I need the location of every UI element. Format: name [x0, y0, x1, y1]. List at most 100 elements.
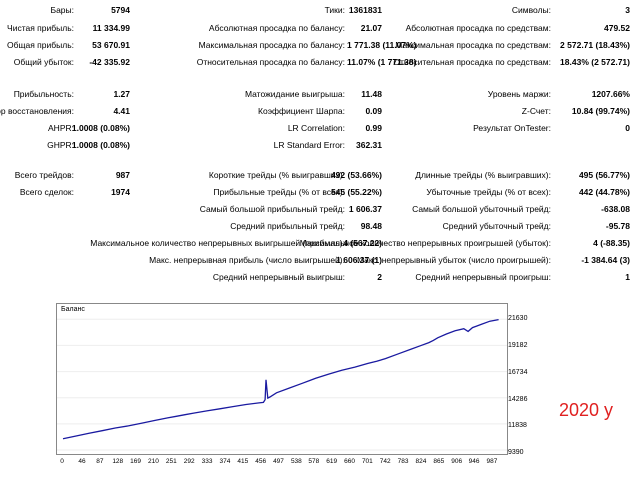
x-tick-label: 824: [415, 458, 427, 465]
value-z-score: 10.84 (99.74%): [571, 106, 630, 116]
label-z-score: Z-Счет:: [521, 106, 551, 116]
label-gross-loss: Общий убыток:: [13, 57, 74, 67]
label-profit-factor: Прибыльность:: [13, 89, 74, 99]
value-symbols: 3: [625, 5, 630, 15]
value-recovery-factor: 4.41: [113, 106, 130, 116]
label-avg-loss: Средний убыточный трейд:: [442, 221, 551, 231]
label-ontester: Результат OnTester:: [473, 123, 551, 133]
label-avg-consec-wins: Средний непрерывный выигрыш:: [212, 272, 345, 282]
label-equity-dd-rel: Относительная просадка по средствам:: [393, 57, 551, 67]
x-tick-label: 251: [165, 458, 177, 465]
x-tick-label: 742: [379, 458, 391, 465]
value-max-consec-loss: -1 384.64 (3): [581, 255, 630, 265]
label-sharpe: Коэффициент Шарпа:: [258, 106, 345, 116]
x-tick-label: 578: [308, 458, 320, 465]
x-tick-label: 0: [60, 458, 64, 465]
value-ontester: 0: [625, 123, 630, 133]
value-loss-trades: 442 (44.78%): [578, 187, 630, 197]
label-recovery-factor: Фактор восстановления:: [0, 106, 74, 116]
y-tick-label: 9390: [508, 449, 524, 456]
x-tick-label: 619: [326, 458, 338, 465]
x-tick-label: 701: [361, 458, 373, 465]
x-tick-label: 456: [255, 458, 267, 465]
label-short-trades: Короткие трейды (% выигравших):: [208, 170, 345, 180]
value-expected-payoff: 11.48: [361, 89, 382, 99]
value-gross-profit: 53 670.91: [92, 40, 130, 50]
value-net-profit: 11 334.99: [92, 23, 130, 33]
label-avg-profit: Средний прибыльный трейд:: [230, 221, 345, 231]
value-profit-factor: 1.27: [113, 89, 130, 99]
y-tick-label: 21630: [508, 315, 528, 322]
y-tick-label: 11838: [508, 422, 527, 429]
label-equity-dd-abs: Абсолютная просадка по средствам:: [405, 23, 551, 33]
label-max-consec-losses: Максимальное количество непрерывных прои…: [299, 238, 551, 248]
x-tick-label: 46: [78, 458, 86, 465]
value-largest-profit: 1 606.37: [348, 204, 382, 214]
x-tick-label: 169: [130, 458, 142, 465]
value-margin-level: 1207.66%: [591, 89, 630, 99]
label-largest-profit: Самый большой прибыльный трейд:: [199, 204, 345, 214]
value-total-deals: 1974: [111, 187, 130, 197]
label-total-trades: Всего трейдов:: [14, 170, 74, 180]
label-profit-trades: Прибыльные трейды (% от всех):: [213, 187, 345, 197]
label-total-deals: Всего сделок:: [19, 187, 74, 197]
value-total-trades: 987: [115, 170, 130, 180]
value-lr-std-error: 362.31: [356, 140, 382, 150]
label-long-trades: Длинные трейды (% выигравших):: [415, 170, 551, 180]
value-gross-loss: -42 335.92: [89, 57, 130, 67]
y-tick-label: 14286: [508, 396, 528, 403]
label-gross-profit: Общая прибыль:: [7, 40, 74, 50]
value-ticks: 1361831: [348, 5, 382, 15]
label-avg-consec-losses: Средний непрерывный проигрыш:: [415, 272, 551, 282]
label-balance-dd-rel: Относительная просадка по балансу:: [196, 57, 345, 67]
label-largest-loss: Самый большой убыточный трейд:: [412, 204, 551, 214]
label-equity-dd-max: Максимальная просадка по средствам:: [395, 40, 551, 50]
x-tick-label: 946: [468, 458, 480, 465]
label-balance-dd-max: Максимальная просадка по балансу:: [198, 40, 345, 50]
label-net-profit: Чистая прибыль:: [7, 23, 74, 33]
label-bars: Бары:: [50, 5, 74, 15]
balance-chart-plot: [57, 318, 507, 451]
label-ahpr: AHPR:: [48, 123, 74, 133]
x-tick-label: 987: [486, 458, 498, 465]
value-largest-loss: -638.08: [601, 204, 630, 214]
balance-series-line: [62, 318, 499, 440]
label-expected-payoff: Матожидание выигрыша:: [244, 89, 345, 99]
balance-chart: Баланс: [56, 303, 508, 455]
x-tick-label: 865: [433, 458, 445, 465]
x-tick-label: 415: [237, 458, 249, 465]
value-balance-dd-abs: 21.07: [360, 23, 382, 33]
value-sharpe: 0.09: [365, 106, 382, 116]
x-tick-label: 497: [273, 458, 284, 465]
x-tick-label: 906: [451, 458, 463, 465]
label-ghpr: GHPR:: [47, 140, 74, 150]
x-tick-label: 783: [397, 458, 409, 465]
value-long-trades: 495 (56.77%): [578, 170, 630, 180]
year-annotation: 2020 y: [559, 400, 614, 420]
label-symbols: Символы:: [511, 5, 551, 15]
value-bars: 5794: [111, 5, 130, 15]
x-tick-label: 333: [201, 458, 213, 465]
x-tick-label: 374: [219, 458, 231, 465]
x-tick-label: 210: [148, 458, 159, 465]
value-avg-consec-wins: 2: [377, 272, 382, 282]
x-tick-label: 128: [112, 458, 124, 465]
label-max-consec-loss: Макс. непрерывный убыток (число проигрыш…: [357, 255, 551, 265]
label-loss-trades: Убыточные трейды (% от всех):: [426, 187, 551, 197]
label-margin-level: Уровень маржи:: [487, 89, 551, 99]
x-tick-label: 660: [344, 458, 355, 465]
value-avg-consec-losses: 1: [625, 272, 630, 282]
value-equity-dd-max: 2 572.71 (18.43%): [560, 40, 630, 50]
value-ghpr: 1.0008 (0.08%): [71, 140, 130, 150]
label-lr-correlation: LR Correlation:: [287, 123, 345, 133]
x-tick-label: 538: [290, 458, 302, 465]
x-tick-label: 87: [96, 458, 104, 465]
value-max-consec-losses: 4 (-88.35): [593, 238, 630, 248]
value-avg-loss: -95.78: [605, 221, 630, 231]
label-balance-dd-abs: Абсолютная просадка по балансу:: [208, 23, 345, 33]
value-profit-trades: 545 (55.22%): [330, 187, 382, 197]
value-ahpr: 1.0008 (0.08%): [71, 123, 130, 133]
value-equity-dd-rel: 18.43% (2 572.71): [560, 57, 630, 67]
y-tick-label: 19182: [508, 342, 528, 349]
value-lr-correlation: 0.99: [365, 123, 382, 133]
